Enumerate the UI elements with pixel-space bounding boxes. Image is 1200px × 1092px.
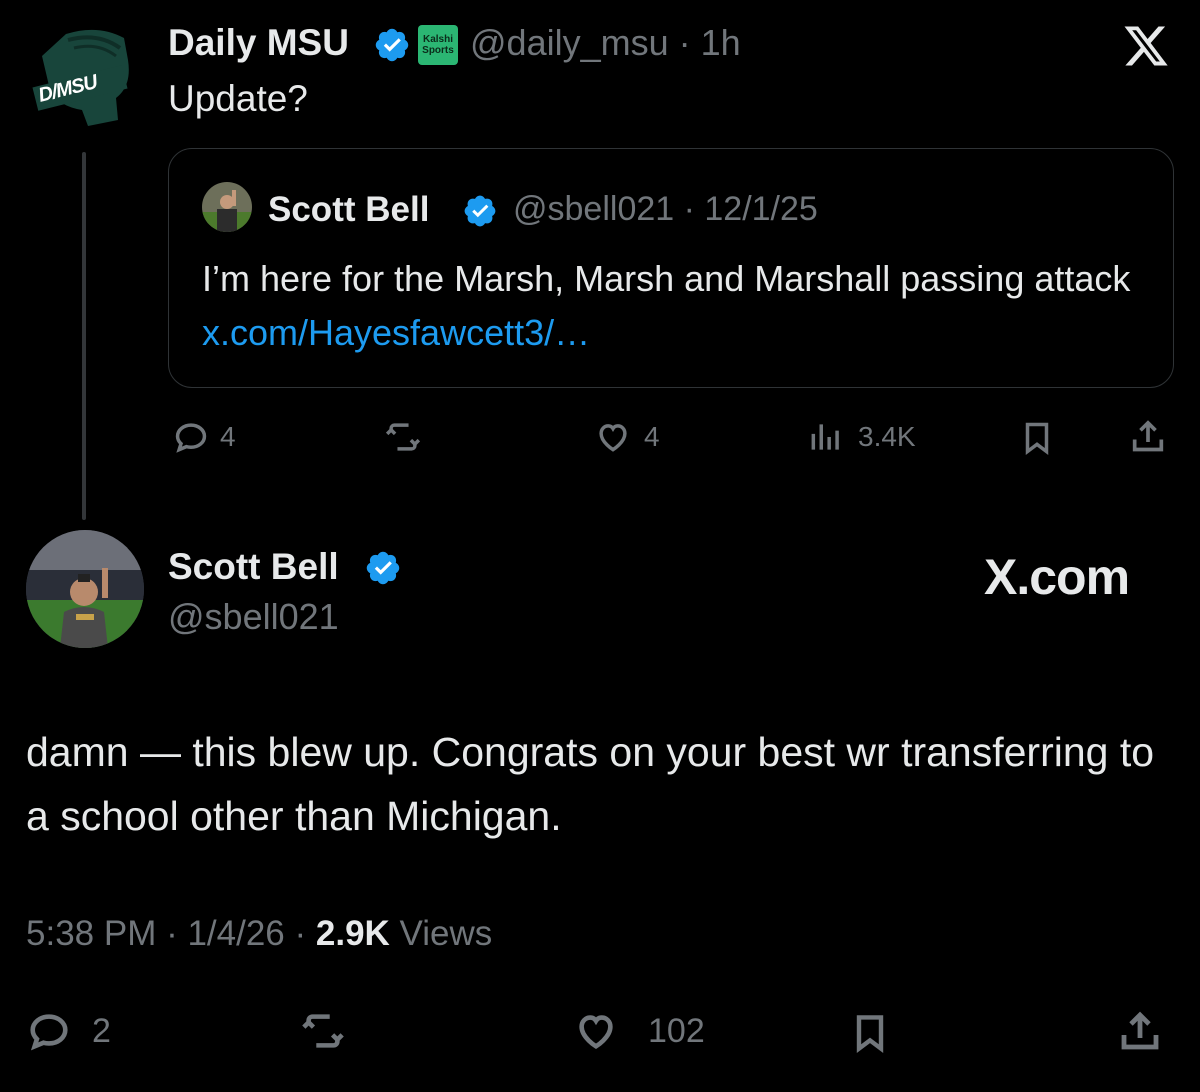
reply-icon: [175, 423, 207, 453]
quoted-author-handle-date[interactable]: @sbell021 · 12/1/25: [513, 190, 818, 229]
like-icon: [579, 1015, 613, 1050]
x-logo-icon[interactable]: [1118, 22, 1174, 70]
tweet-timestamp[interactable]: 5:38 PM · 1/4/26 ·: [26, 914, 316, 953]
like-button[interactable]: 102: [572, 1008, 705, 1054]
kalshi-badge-line1: Kalshi: [422, 34, 453, 45]
quoted-tweet-text: I’m here for the Marsh, Marsh and Marsha…: [202, 258, 1131, 299]
views-button[interactable]: 3.4K: [806, 418, 916, 456]
reply-count: 4: [220, 421, 236, 452]
retweet-button[interactable]: [296, 1008, 350, 1054]
reply-icon: [30, 1014, 68, 1051]
thread-connector-line: [82, 152, 86, 520]
author-name[interactable]: Scott Bell: [168, 546, 339, 588]
author-handle[interactable]: @sbell021: [168, 596, 339, 638]
scott-bell-avatar[interactable]: [26, 530, 144, 648]
author-handle-time[interactable]: @daily_msu · 1h: [470, 22, 741, 64]
quoted-tweet-link[interactable]: x.com/Hayesfawcett3/…: [202, 312, 590, 353]
tweet-views-label: Views: [389, 914, 493, 953]
retweet-button[interactable]: [382, 418, 424, 456]
share-icon: [1132, 420, 1164, 452]
like-button[interactable]: 4: [594, 418, 660, 456]
share-button[interactable]: [1128, 416, 1168, 458]
reply-button[interactable]: 2: [26, 1008, 111, 1054]
tweet-views-count: 2.9K: [315, 914, 390, 953]
like-count: 4: [644, 421, 660, 452]
bookmark-button[interactable]: [848, 1008, 892, 1058]
quoted-author-name[interactable]: Scott Bell: [268, 190, 429, 230]
reply-button[interactable]: 4: [172, 418, 236, 456]
tweet-text: damn — this blew up. Congrats on your be…: [26, 729, 1155, 839]
daily-msu-avatar[interactable]: D/MSU: [28, 26, 138, 136]
like-icon: [599, 424, 627, 452]
bookmark-icon: [1025, 422, 1049, 455]
views-count: 3.4K: [858, 421, 916, 452]
x-com-watermark: X.com: [984, 549, 1130, 605]
quoted-tweet-text-block: I’m here for the Marsh, Marsh and Marsha…: [202, 252, 1162, 360]
retweet-icon: [302, 1014, 344, 1048]
verified-badge-icon: [464, 195, 496, 227]
kalshi-badge-line2: Sports: [422, 45, 454, 56]
views-icon: [811, 424, 839, 450]
retweet-icon: [385, 423, 421, 451]
like-count: 102: [648, 1011, 705, 1050]
verified-badge-icon: [375, 28, 409, 62]
bookmark-button[interactable]: [1018, 418, 1056, 458]
verified-badge-icon: [366, 551, 400, 585]
share-button[interactable]: [1116, 1006, 1164, 1058]
kalshi-sports-badge: Kalshi Sports: [418, 25, 458, 65]
share-icon: [1121, 1011, 1159, 1050]
tweet-meta: 5:38 PM · 1/4/26 · 2.9K Views: [26, 914, 492, 954]
tweet-text: Update?: [168, 78, 308, 119]
bookmark-icon: [856, 1015, 884, 1053]
reply-count: 2: [92, 1011, 111, 1050]
quoted-author-avatar[interactable]: [202, 182, 252, 232]
author-name[interactable]: Daily MSU: [168, 22, 349, 64]
